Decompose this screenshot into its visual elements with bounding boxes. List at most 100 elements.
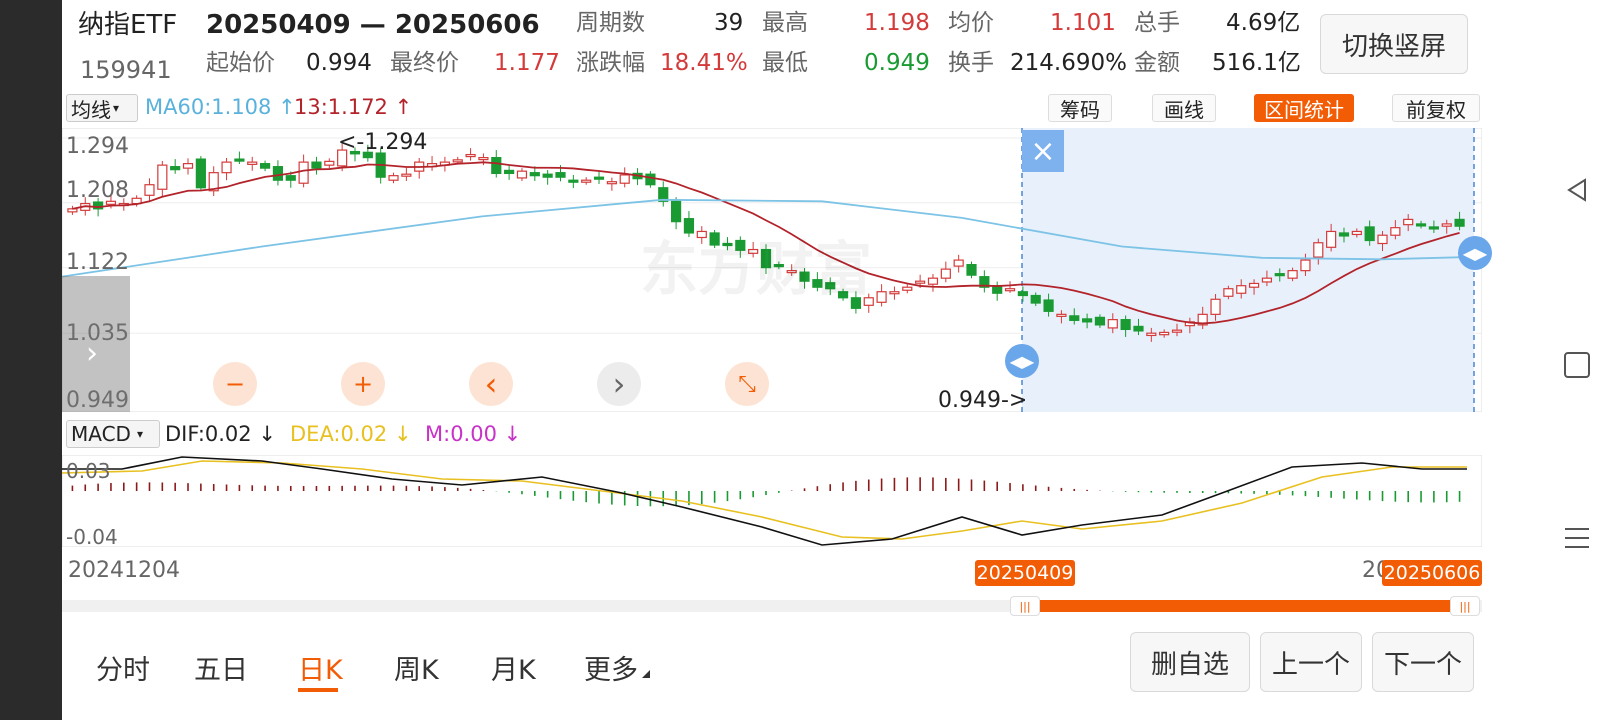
candle: [1300, 259, 1311, 272]
low-label: 最低: [762, 50, 808, 76]
candle: [67, 208, 78, 213]
candle: [1056, 313, 1067, 317]
candle: [542, 173, 553, 178]
tab-daily-k[interactable]: 日K: [298, 648, 343, 687]
ma60-label: MA60:1.108 ↑: [145, 97, 296, 118]
candle: [452, 159, 463, 163]
dea-value: DEA:0.02: [290, 422, 388, 446]
down-arrow-icon: ↓: [251, 422, 276, 446]
candle: [1043, 299, 1054, 312]
candle: [1261, 277, 1273, 283]
candle: [1364, 226, 1375, 242]
down-arrow-icon: ↓: [387, 422, 412, 446]
zoom-out-button[interactable]: −: [213, 362, 257, 406]
candle: [478, 156, 489, 161]
high-marker: <-1.294: [338, 130, 428, 155]
range-left-handle[interactable]: ◀▶: [1005, 344, 1039, 378]
candle: [1274, 273, 1285, 277]
candle: [247, 161, 258, 165]
candle: [1017, 291, 1028, 297]
reset-zoom-button[interactable]: ⤡: [725, 362, 769, 406]
scroll-left-button[interactable]: ‹: [469, 362, 513, 406]
draw-line-button[interactable]: 画线: [1152, 94, 1216, 122]
range-stat-button[interactable]: 区间统计: [1254, 94, 1354, 122]
ma13-label: 13:1.172 ↑: [294, 97, 412, 118]
prev-stock-button[interactable]: 上一个: [1260, 632, 1362, 692]
tab-weekly-k[interactable]: 周K: [394, 648, 439, 687]
candle: [927, 277, 939, 285]
nav-home-icon[interactable]: [1564, 352, 1590, 378]
candle: [504, 169, 515, 175]
tab-more[interactable]: 更多: [584, 648, 638, 687]
candle: [1223, 288, 1234, 297]
candle: [1069, 315, 1080, 321]
switch-portrait-button[interactable]: 切换竖屏: [1320, 14, 1468, 74]
timeline-right-grip[interactable]: |||: [1450, 596, 1480, 616]
close-range-button[interactable]: ×: [1022, 130, 1064, 172]
tab-monthly-k[interactable]: 月K: [491, 648, 536, 687]
tab-intraday[interactable]: 分时: [96, 648, 150, 687]
candle: [157, 164, 168, 190]
candle: [272, 166, 284, 181]
zoom-in-button[interactable]: +: [341, 362, 385, 406]
next-stock-button[interactable]: 下一个: [1372, 632, 1474, 692]
remove-watchlist-button[interactable]: 删自选: [1130, 632, 1250, 692]
dropdown-arrow-icon: ▾: [113, 101, 120, 115]
dif-label: DIF:0.02 ↓: [165, 424, 276, 445]
candle: [1415, 223, 1427, 227]
candle: [1004, 288, 1016, 292]
candle: [1338, 232, 1350, 237]
volume-label: 总手: [1134, 10, 1180, 36]
selected-range: [1022, 128, 1474, 412]
candle: [1377, 234, 1388, 245]
range-start-badge: 20250409: [975, 560, 1075, 586]
ma-selector[interactable]: 均线 ▾: [66, 94, 138, 122]
candle: [940, 268, 951, 279]
macd-border: [62, 455, 1482, 547]
candle: [1454, 218, 1465, 227]
avg-value: 1.101: [1050, 10, 1116, 36]
range-end-badge: 20250606: [1382, 560, 1482, 586]
candle: [259, 163, 271, 169]
end-price-value: 1.177: [494, 50, 560, 76]
adjust-button[interactable]: 前复权: [1392, 94, 1480, 122]
candle: [1428, 226, 1439, 230]
timeline-selected[interactable]: [1024, 600, 1464, 612]
m-label: M:0.00 ↓: [425, 424, 521, 445]
candle: [1030, 294, 1041, 304]
scroll-right-button[interactable]: ›: [597, 362, 641, 406]
timeline-start-date: 20241204: [68, 558, 180, 583]
candle: [568, 179, 579, 183]
candle: [285, 175, 296, 181]
low-value: 0.949: [864, 50, 930, 76]
low-marker: 0.949->: [938, 388, 1028, 413]
ma13-arrow-icon: ↑: [394, 95, 413, 119]
timeline-left-grip[interactable]: |||: [1010, 596, 1040, 616]
candle: [1248, 282, 1260, 288]
dif-line: [62, 456, 1467, 546]
candle: [234, 158, 245, 162]
start-price-value: 0.994: [306, 50, 372, 76]
nav-menu-icon[interactable]: [1564, 526, 1590, 550]
shrink-icon: ⤡: [738, 371, 756, 397]
candle: [465, 153, 476, 158]
macd-selector[interactable]: MACD ▾: [66, 420, 160, 448]
period-value: 39: [714, 10, 744, 36]
candle: [1287, 270, 1298, 279]
candle: [683, 218, 695, 234]
chips-button[interactable]: 筹码: [1048, 94, 1112, 122]
macd-chart[interactable]: [62, 455, 1482, 547]
nav-back-icon[interactable]: [1563, 176, 1591, 204]
candle: [401, 173, 412, 177]
chevron-right-icon: ›: [612, 365, 626, 403]
grip-icon: |||: [1019, 599, 1031, 613]
amount-label: 金额: [1134, 50, 1180, 76]
pan-right-icon[interactable]: ›: [86, 336, 98, 371]
y-tick-1122: 1.122: [66, 250, 129, 275]
range-right-handle[interactable]: ◀▶: [1458, 236, 1492, 270]
grip-icon: |||: [1459, 599, 1471, 613]
down-arrow-icon: ↓: [496, 422, 522, 446]
candle: [953, 259, 964, 267]
tab-five-day[interactable]: 五日: [194, 648, 248, 687]
chevron-left-icon: ‹: [484, 365, 498, 403]
